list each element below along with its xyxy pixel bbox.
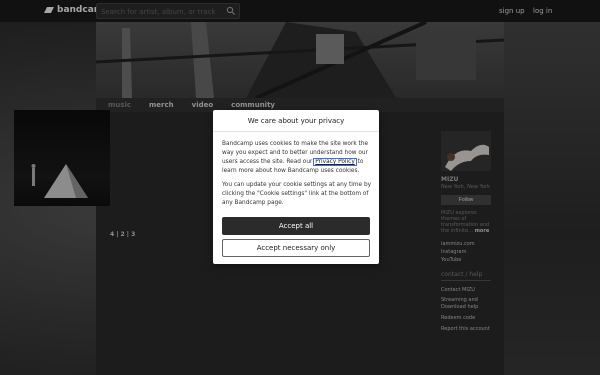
cookie-dialog-paragraph-2: You can update your cookie settings at a… (222, 182, 372, 206)
privacy-policy-link[interactable]: Privacy Policy (313, 158, 357, 166)
accept-all-button[interactable]: Accept all (222, 217, 370, 235)
cookie-dialog-paragraph-1: Bandcamp uses cookies to make the site w… (222, 140, 372, 176)
cookie-consent-dialog: We care about your privacy Bandcamp uses… (213, 110, 379, 264)
accept-necessary-button[interactable]: Accept necessary only (222, 239, 370, 257)
cookie-dialog-title: We care about your privacy (213, 110, 379, 132)
